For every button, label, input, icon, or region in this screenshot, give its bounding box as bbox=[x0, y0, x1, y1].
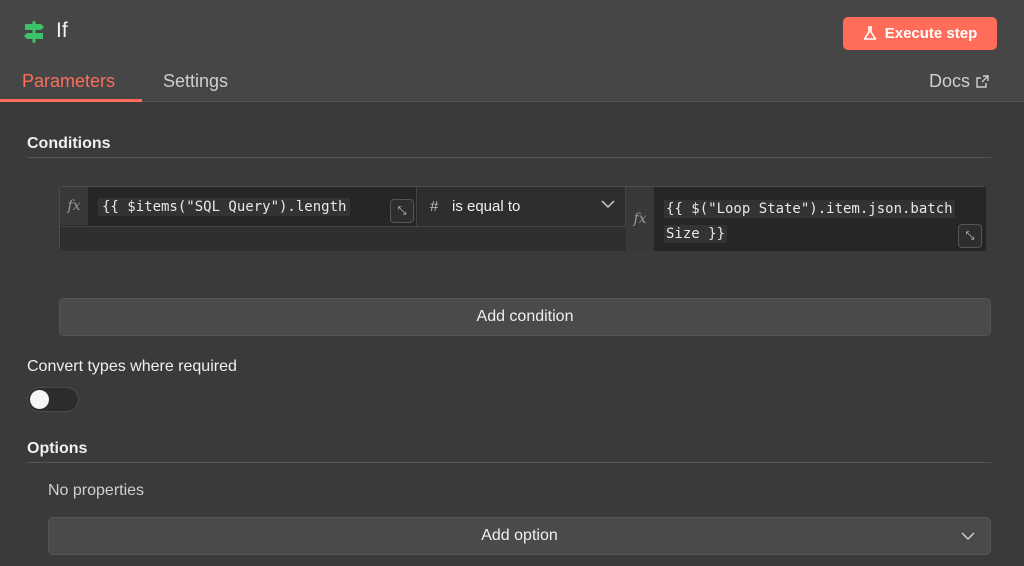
add-option-button[interactable]: Add option bbox=[48, 517, 991, 555]
fx-icon-right: fx bbox=[626, 187, 654, 251]
convert-types-label: Convert types where required bbox=[27, 358, 237, 375]
signpost-icon bbox=[24, 21, 44, 43]
right-expression-line2: Size }} bbox=[664, 225, 728, 243]
right-expression-text: {{ $("Loop State").item.json.batch Size … bbox=[664, 197, 984, 247]
node-title: If bbox=[56, 19, 68, 42]
flask-icon bbox=[863, 26, 877, 40]
docs-label: Docs bbox=[929, 71, 971, 91]
fx-icon: fx bbox=[60, 187, 88, 225]
operator-select[interactable]: # is equal to bbox=[418, 187, 626, 226]
tab-parameters[interactable]: Parameters bbox=[22, 71, 115, 92]
options-divider bbox=[27, 462, 991, 463]
external-link-icon bbox=[976, 75, 989, 88]
no-properties-text: No properties bbox=[48, 482, 145, 499]
docs-link[interactable]: Docs bbox=[929, 71, 989, 92]
expand-editor-icon[interactable]: ⤡ bbox=[390, 199, 414, 223]
operator-label: is equal to bbox=[452, 198, 521, 215]
add-condition-label: Add condition bbox=[476, 308, 574, 325]
left-input-footer bbox=[60, 226, 626, 251]
chevron-down-icon bbox=[961, 532, 975, 541]
tab-settings[interactable]: Settings bbox=[163, 71, 228, 92]
execute-step-label: Execute step bbox=[884, 25, 978, 42]
add-condition-button[interactable]: Add condition bbox=[59, 298, 991, 336]
right-expression-line1: {{ $("Loop State").item.json.batch bbox=[664, 200, 955, 218]
add-option-label: Add option bbox=[481, 527, 558, 544]
active-tab-indicator bbox=[0, 99, 142, 102]
left-expression-text: {{ $items("SQL Query").length bbox=[98, 198, 351, 216]
condition-row: fx {{ $items("SQL Query").length ⤡ # is … bbox=[59, 186, 986, 251]
convert-types-toggle[interactable] bbox=[27, 387, 79, 412]
expand-editor-icon-right[interactable]: ⤡ bbox=[958, 224, 982, 248]
number-type-icon: # bbox=[430, 198, 439, 215]
right-value-input[interactable]: {{ $("Loop State").item.json.batch Size … bbox=[654, 187, 986, 251]
left-value-input[interactable]: {{ $items("SQL Query").length ⤡ bbox=[88, 187, 417, 226]
chevron-down-icon bbox=[601, 200, 615, 209]
options-title: Options bbox=[27, 440, 88, 457]
node-header: If Execute step Parameters Settings Docs bbox=[0, 0, 1024, 102]
conditions-title: Conditions bbox=[27, 135, 111, 152]
execute-step-button[interactable]: Execute step bbox=[843, 17, 997, 50]
conditions-divider bbox=[27, 157, 991, 158]
toggle-knob bbox=[30, 390, 49, 409]
